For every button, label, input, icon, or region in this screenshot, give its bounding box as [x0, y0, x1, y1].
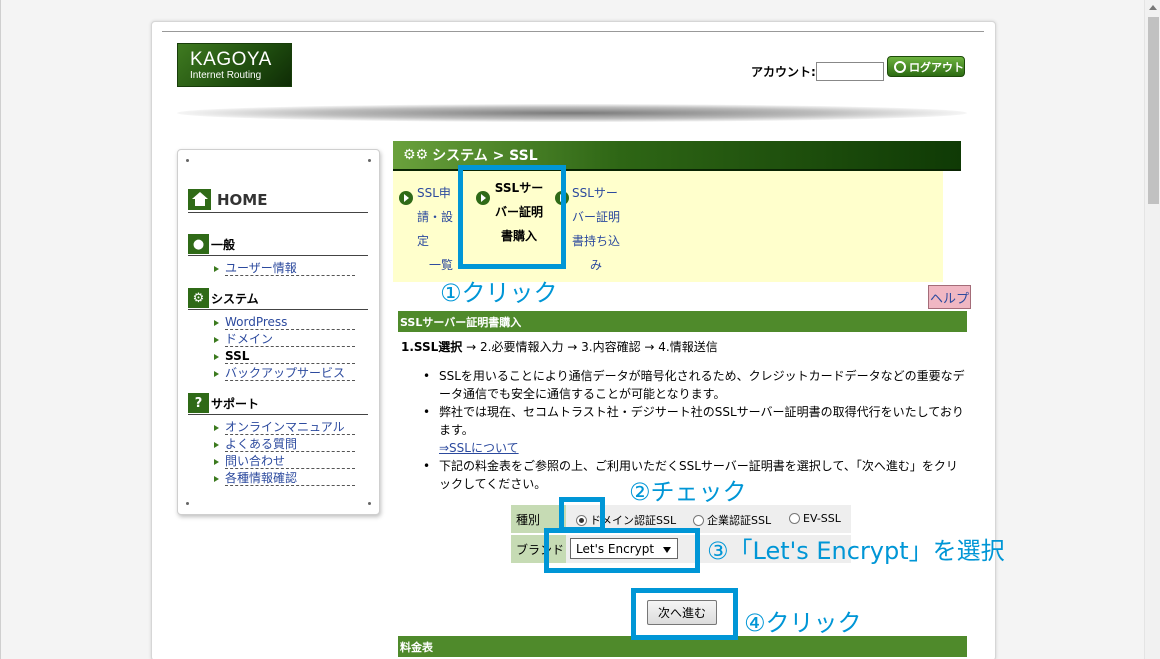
- highlight-brand-select: [544, 528, 700, 573]
- bullet-icon: [214, 441, 219, 448]
- bullet-icon: [214, 370, 219, 377]
- sidebar-item-label: ドメイン: [225, 332, 355, 347]
- sidebar-item-info-check[interactable]: 各種情報確認: [214, 471, 355, 486]
- sidebar-item-label: オンラインマニュアル: [225, 420, 355, 435]
- radio-ev-ssl[interactable]: EV-SSL: [789, 512, 841, 525]
- divider: [188, 414, 368, 415]
- bullet-icon: [214, 336, 219, 343]
- highlight-radio: [559, 497, 605, 532]
- logout-button[interactable]: ログアウト: [887, 56, 965, 77]
- logo-sub-text: Internet Routing: [190, 70, 262, 81]
- list-item: SSLを用いることにより通信データが暗号化されるため、クレジットカードデータなど…: [421, 367, 966, 403]
- bullet-icon: [214, 475, 219, 482]
- bullet-icon: [214, 353, 219, 360]
- bullet-icon: [214, 319, 219, 326]
- tab-label-line: み: [590, 258, 603, 272]
- radio-button[interactable]: [789, 513, 800, 524]
- section-title: 一般: [211, 237, 236, 252]
- highlight-tab-purchase: [458, 165, 566, 269]
- account-label: アカウント:: [751, 65, 816, 79]
- list-item-text: 弊社では現在、セコムトラスト社・デジサート社のSSLサーバー証明書の取得代行をい…: [439, 405, 964, 437]
- sidebar-item-label: 各種情報確認: [225, 471, 355, 486]
- sidebar-item-online-manual[interactable]: オンラインマニュアル: [214, 420, 355, 435]
- corner-dot: [368, 159, 371, 162]
- highlight-next-button: [631, 588, 738, 640]
- corner-dot: [186, 159, 189, 162]
- arrow-circle-icon: [399, 191, 413, 205]
- radio-org-ssl[interactable]: 企業認証SSL: [693, 512, 771, 528]
- section-title: サポート: [211, 396, 260, 411]
- sidebar-item-domain[interactable]: ドメイン: [214, 332, 355, 347]
- account-input[interactable]: [816, 62, 884, 81]
- steps-indicator: 1.SSL選択 → 2.必要情報入力 → 3.内容確認 → 4.情報送信: [401, 338, 718, 355]
- corner-dot: [368, 502, 371, 505]
- radio-button[interactable]: [693, 514, 704, 526]
- sidebar-item-label: 問い合わせ: [225, 454, 355, 469]
- ssl-about-link[interactable]: ⇒SSLについて: [439, 439, 966, 457]
- sidebar-item-label: バックアップサービス: [225, 366, 355, 381]
- sidebar-item-wordpress[interactable]: WordPress: [214, 315, 355, 330]
- list-item: 弊社では現在、セコムトラスト社・デジサート社のSSLサーバー証明書の取得代行をい…: [421, 403, 966, 457]
- sidebar-item-label: SSL: [225, 349, 355, 364]
- kagoya-logo[interactable]: KAGOYA Internet Routing: [177, 43, 292, 87]
- remaining-steps: → 2.必要情報入力 → 3.内容確認 → 4.情報送信: [462, 340, 718, 354]
- bullet-icon: [214, 424, 219, 431]
- home-icon: [188, 189, 211, 210]
- annotation-step2: ②チェック: [629, 478, 747, 506]
- tab-label-line: 請・設定: [417, 210, 454, 248]
- tab-ssl-bring[interactable]: SSLサー バー証明 書持ち込 み: [572, 181, 624, 277]
- sidebar-item-label: よくある質問: [225, 437, 355, 452]
- corner-dot: [186, 502, 189, 505]
- sidebar-item-label: WordPress: [225, 315, 355, 330]
- scroll-up-icon[interactable]: [1149, 5, 1157, 10]
- sidebar-item-user-info[interactable]: ユーザー情報: [214, 261, 355, 276]
- sidebar-home-link[interactable]: HOME: [188, 189, 267, 210]
- annotation-step1: ①クリック: [440, 279, 558, 307]
- home-label: HOME: [217, 190, 268, 209]
- divider: [188, 309, 368, 310]
- tab-label-line: SSL申: [417, 186, 451, 200]
- section-header: SSLサーバー証明書購入: [398, 311, 967, 332]
- sidebar-item-label: ユーザー情報: [225, 261, 355, 276]
- gear-icon: ⚙⚙: [403, 147, 429, 163]
- gear-icon: ⚙: [188, 288, 209, 308]
- logo-main-text: KAGOYA: [190, 49, 272, 70]
- sidebar-item-backup[interactable]: バックアップサービス: [214, 366, 355, 381]
- page-title: システム > SSL: [432, 148, 538, 164]
- sidebar-item-faq[interactable]: よくある質問: [214, 437, 355, 452]
- annotation-step3: ③「Let's Encrypt」を選択: [707, 537, 1005, 565]
- sidebar-section-general: ● 一般: [188, 234, 235, 254]
- header-shadow: [177, 104, 967, 122]
- logout-label: ログアウト: [909, 60, 964, 74]
- bullet-icon: [214, 458, 219, 465]
- sidebar-item-contact[interactable]: 問い合わせ: [214, 454, 355, 469]
- search-icon: [894, 60, 906, 73]
- current-step: 1.SSL選択: [401, 340, 463, 354]
- question-icon: ?: [188, 393, 209, 413]
- sidebar-section-support: ? サポート: [188, 393, 259, 413]
- tab-label-line: SSLサー: [572, 186, 618, 200]
- help-button[interactable]: ヘルプ: [928, 285, 971, 309]
- annotation-step4: ④クリック: [744, 609, 862, 637]
- bullet-icon: [214, 265, 219, 272]
- vertical-scrollbar[interactable]: [1144, 0, 1160, 659]
- tab-label-line: バー証明: [572, 210, 621, 224]
- user-icon: ●: [188, 234, 209, 254]
- divider: [188, 212, 368, 213]
- radio-label: 企業認証SSL: [707, 514, 772, 527]
- tab-ssl-list[interactable]: SSL申 請・設定 一覧: [417, 181, 461, 277]
- scroll-thumb[interactable]: [1148, 17, 1159, 204]
- section-title: システム: [211, 291, 259, 306]
- tab-label-line: 書持ち込: [572, 234, 621, 248]
- divider: [162, 31, 984, 32]
- sidebar-section-system: ⚙ システム: [188, 288, 259, 308]
- radio-label: EV-SSL: [803, 512, 841, 525]
- divider: [188, 255, 368, 256]
- sidebar-item-ssl[interactable]: SSL: [214, 349, 355, 364]
